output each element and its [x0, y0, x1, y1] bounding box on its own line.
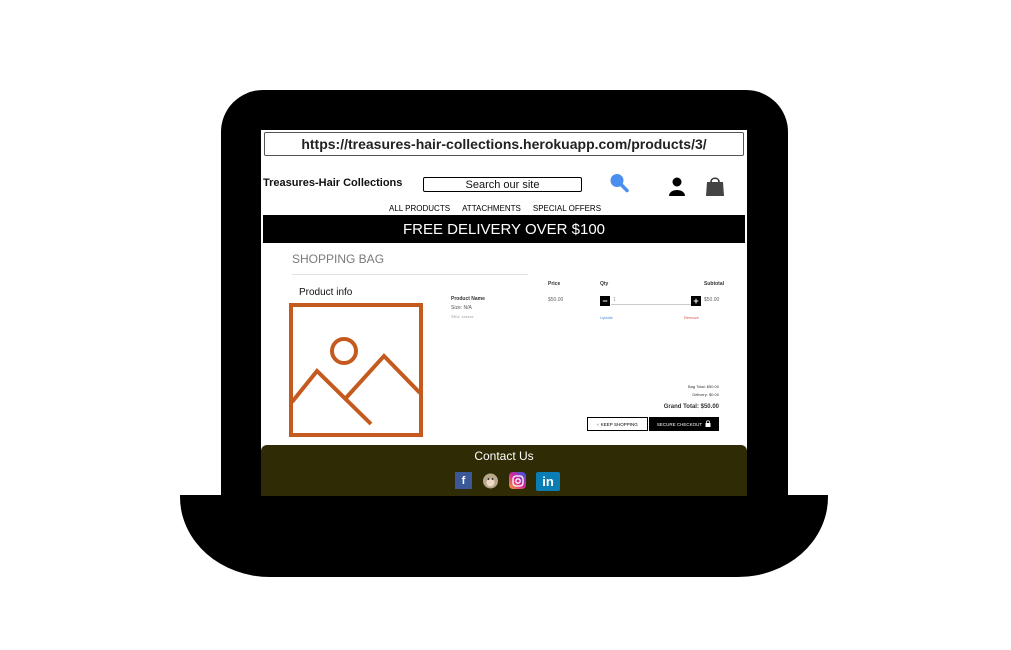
product-image-placeholder — [289, 303, 423, 442]
product-name: Product Name — [451, 296, 485, 302]
secure-checkout-button[interactable]: SECURE CHECKOUT — [649, 417, 719, 431]
update-link[interactable]: Update — [600, 315, 613, 320]
lock-icon — [705, 420, 711, 428]
qty-decrement-button[interactable]: − — [600, 296, 610, 306]
nav-special-offers[interactable]: SPECIAL OFFERS — [533, 204, 601, 213]
search-input[interactable]: Search our site — [423, 177, 582, 192]
nav-attachments[interactable]: ATTACHMENTS — [462, 204, 521, 213]
main-nav: ALL PRODUCTS ATTACHMENTS SPECIAL OFFERS — [389, 204, 601, 213]
search-icon[interactable] — [608, 172, 630, 199]
bag-total: Bag Total: $50.00 — [687, 384, 719, 389]
social-links: f in — [455, 472, 560, 491]
remove-link[interactable]: Remove — [684, 315, 699, 320]
delivery-cost: Delivery: $0.00 — [692, 392, 719, 397]
product-sku: SKU: xxxxxx — [451, 314, 474, 319]
column-header-qty: Qty — [600, 281, 609, 287]
url-bar[interactable]: https://treasures-hair-collections.herok… — [264, 132, 744, 156]
secure-checkout-label: SECURE CHECKOUT — [656, 421, 703, 427]
item-subtotal: $50.00 — [704, 297, 720, 303]
keep-shopping-label: KEEP SHOPPING — [600, 421, 638, 427]
column-header-product: Product info — [299, 287, 353, 298]
page-title: SHOPPING BAG — [292, 252, 385, 266]
user-icon[interactable] — [669, 177, 685, 202]
laptop-screen: https://treasures-hair-collections.herok… — [261, 130, 747, 496]
instagram-icon[interactable] — [509, 472, 526, 489]
facebook-icon[interactable]: f — [455, 472, 472, 489]
contact-heading: Contact Us — [474, 449, 534, 463]
footer: Contact Us f in — [261, 445, 747, 496]
nav-all-products[interactable]: ALL PRODUCTS — [389, 204, 450, 213]
grand-total: Grand Total: $50.00 — [663, 404, 719, 410]
column-header-price: Price — [548, 281, 561, 287]
qty-increment-button[interactable]: + — [691, 296, 701, 306]
linkedin-icon[interactable]: in — [536, 472, 560, 491]
chevron-left-icon: ‹ — [597, 421, 599, 427]
column-header-subtotal: Subtotal — [704, 281, 724, 287]
quantity-input[interactable]: 1 — [611, 297, 692, 305]
github-icon[interactable] — [482, 472, 499, 489]
brand-name[interactable]: Treasures-Hair Collections — [263, 177, 402, 189]
laptop-base — [180, 495, 828, 577]
title-divider — [292, 274, 528, 275]
product-price: $50.00 — [548, 297, 564, 303]
keep-shopping-button[interactable]: ‹ KEEP SHOPPING — [587, 417, 648, 431]
free-delivery-banner: FREE DELIVERY OVER $100 — [263, 215, 745, 243]
product-size: Size: N/A — [451, 305, 472, 311]
shopping-bag-icon[interactable] — [706, 176, 724, 201]
